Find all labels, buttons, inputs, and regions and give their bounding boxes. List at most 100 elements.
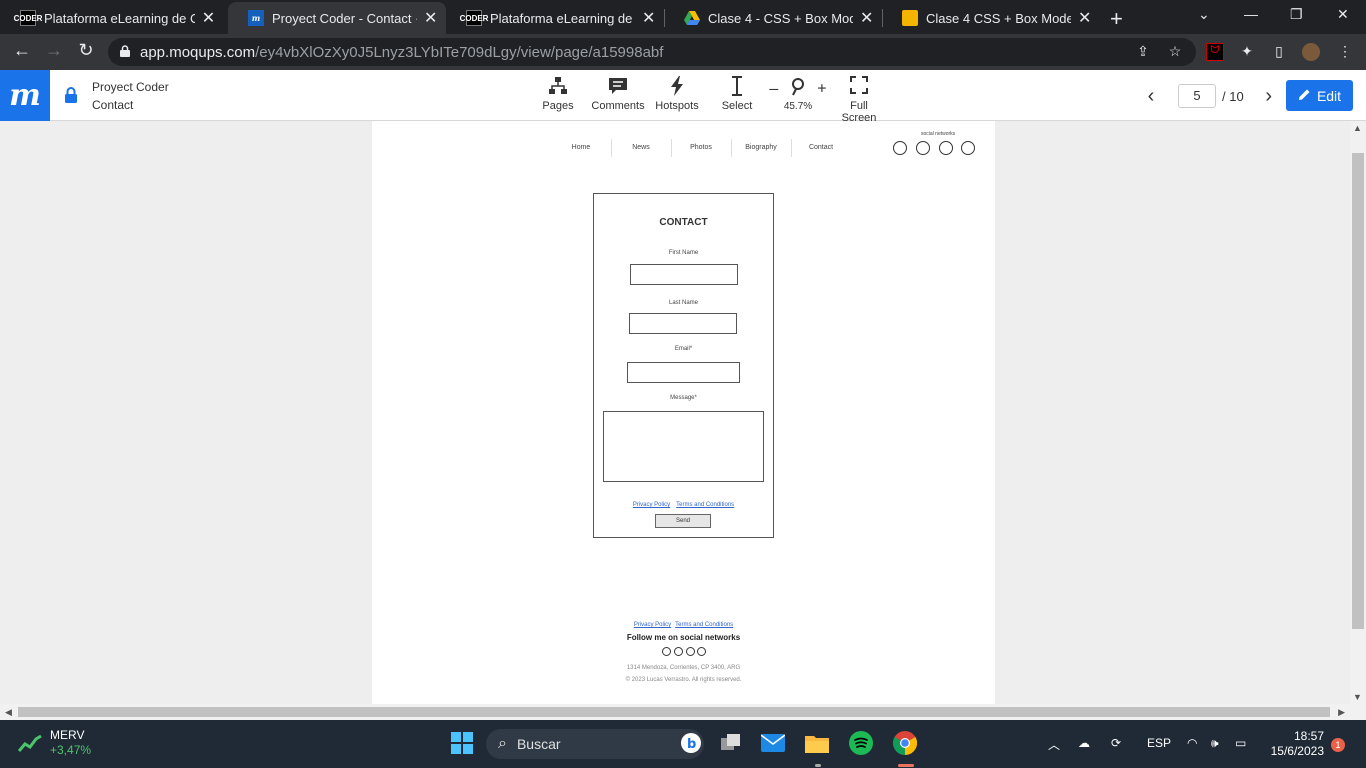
nav-item-news[interactable]: News <box>611 144 671 151</box>
contact-form: CONTACT First Name Last Name Email* Mess… <box>593 193 774 538</box>
taskbar-search[interactable]: ⌕ Buscar <box>486 729 704 759</box>
pages-button[interactable]: Pages <box>538 76 578 112</box>
mockup-page: Home News Photos Biography Contact socia… <box>372 121 995 704</box>
footer-social-circle-icon[interactable] <box>662 647 671 656</box>
restore-icon[interactable]: ❐ <box>1290 6 1303 23</box>
tab-search-icon[interactable]: ⌄ <box>1198 6 1210 23</box>
close-icon[interactable]: ✕ <box>1077 8 1092 28</box>
footer-social-circle-icon[interactable] <box>674 647 683 656</box>
forward-icon[interactable]: → <box>42 40 66 61</box>
footer-terms-link[interactable]: Terms and Conditions <box>675 622 733 628</box>
zoom-out-button[interactable]: – <box>769 81 778 98</box>
bookmark-star-icon[interactable]: ☆ <box>1166 43 1184 61</box>
mail-icon[interactable] <box>760 730 786 756</box>
close-icon[interactable]: ✕ <box>423 8 438 28</box>
chevron-left-icon[interactable]: ‹ <box>1140 85 1162 108</box>
profile-avatar[interactable] <box>1302 43 1320 61</box>
back-icon[interactable]: ← <box>10 40 34 61</box>
page-number-input[interactable]: 5 <box>1178 84 1216 108</box>
active-app-indicator <box>898 764 914 767</box>
footer-links: Privacy Policy Terms and Conditions <box>372 622 995 628</box>
select-button[interactable]: Select <box>718 76 756 112</box>
horizontal-scrollbar[interactable]: ◀ ▶ <box>0 704 1350 720</box>
file-explorer-icon[interactable] <box>804 730 830 756</box>
close-icon[interactable]: ✕ <box>641 8 656 28</box>
footer-address: 1314 Mendoza, Corrientes, CP 3400, ARG <box>626 665 741 671</box>
zoom-in-button[interactable]: + <box>817 81 826 98</box>
stock-widget[interactable]: MERV +3,47% <box>18 728 91 758</box>
chevron-right-icon[interactable]: › <box>1258 85 1280 108</box>
social-circle-icon[interactable] <box>916 141 930 155</box>
nav-item-contact[interactable]: Contact <box>791 144 851 151</box>
browser-tab[interactable]: CODER Plataforma eLearning de Coder ✕ <box>0 2 224 34</box>
onedrive-icon[interactable]: ☁ <box>1078 736 1090 750</box>
chrome-icon[interactable] <box>892 730 918 756</box>
nav-item-photos[interactable]: Photos <box>671 144 731 151</box>
vertical-scrollbar[interactable]: ▲ ▼ <box>1350 121 1366 704</box>
scroll-up-icon[interactable]: ▲ <box>1353 123 1362 133</box>
edit-button[interactable]: Edit <box>1286 80 1353 111</box>
language-indicator[interactable]: ESP <box>1147 736 1171 750</box>
hotspots-button[interactable]: Hotspots <box>654 76 700 112</box>
privacy-policy-link[interactable]: Privacy Policy <box>633 502 670 508</box>
address-bar-row: ← → ↻ app.moqups.com/ey4vbXlOzXy0J5Lnyz3… <box>0 34 1366 70</box>
browser-tab[interactable]: Clase 4 CSS + Box Model - Presentación ✕ <box>882 2 1100 34</box>
browser-tab[interactable]: Clase 4 - CSS + Box Modeling ✕ <box>664 2 882 34</box>
new-tab-button[interactable]: + <box>1110 6 1123 32</box>
email-field[interactable] <box>627 362 740 383</box>
close-icon[interactable]: ✕ <box>859 8 874 28</box>
nav-item-home[interactable]: Home <box>551 144 611 151</box>
nav-divider <box>791 139 792 157</box>
send-button[interactable]: Send <box>655 514 711 528</box>
scroll-right-icon[interactable]: ▶ <box>1338 707 1345 718</box>
nav-item-biography[interactable]: Biography <box>731 144 791 151</box>
menu-kebab-icon[interactable]: ⋮ <box>1336 43 1354 61</box>
notification-badge[interactable]: 1 <box>1331 738 1345 752</box>
browser-tab-active[interactable]: m Proyect Coder - Contact · Moqups ✕ <box>228 2 446 34</box>
scrollbar-thumb[interactable] <box>1352 153 1364 629</box>
share-icon[interactable]: ⇪ <box>1134 43 1152 61</box>
social-circle-icon[interactable] <box>939 141 953 155</box>
social-circle-icon[interactable] <box>961 141 975 155</box>
reload-icon[interactable]: ↻ <box>74 40 98 61</box>
tab-title: Proyect Coder - Contact · Moqups <box>272 10 417 26</box>
browser-tab[interactable]: CODER Plataforma eLearning de Coder ✕ <box>446 2 664 34</box>
comments-button[interactable]: Comments <box>590 76 646 112</box>
spotify-icon[interactable] <box>848 730 874 756</box>
taskbar-clock[interactable]: 18:57 15/6/2023 <box>1266 729 1324 759</box>
volume-icon[interactable]: 🕪 <box>1211 736 1219 751</box>
bing-icon[interactable]: b <box>678 730 704 756</box>
extension-icon[interactable]: ᗢ <box>1206 43 1224 61</box>
sync-icon[interactable]: ⟳ <box>1111 736 1121 750</box>
stock-chart-icon <box>18 734 42 752</box>
footer-social-circle-icon[interactable] <box>686 647 695 656</box>
minimize-icon[interactable]: — <box>1244 6 1258 22</box>
search-icon: ⌕ <box>498 735 507 752</box>
windows-start-icon[interactable] <box>449 730 475 756</box>
url-bar[interactable]: app.moqups.com/ey4vbXlOzXy0J5Lnyz3LYbITe… <box>108 38 1196 66</box>
mockup-canvas: Home News Photos Biography Contact socia… <box>0 121 1350 704</box>
last-name-field[interactable] <box>629 313 737 334</box>
scrollbar-thumb[interactable] <box>18 707 1330 717</box>
form-links: Privacy Policy Terms and Conditions <box>594 502 773 508</box>
side-panel-icon[interactable]: ▯ <box>1270 43 1288 61</box>
fullscreen-button[interactable]: Full Screen <box>832 76 886 124</box>
message-textarea[interactable] <box>603 411 764 482</box>
tab-title: Clase 4 CSS + Box Model - Presentación <box>926 10 1072 26</box>
scroll-down-icon[interactable]: ▼ <box>1353 692 1362 702</box>
task-view-icon[interactable] <box>718 730 744 756</box>
scroll-left-icon[interactable]: ◀ <box>5 707 12 718</box>
battery-icon[interactable]: ▭ <box>1235 736 1246 750</box>
terms-link[interactable]: Terms and Conditions <box>676 502 734 508</box>
social-circle-icon[interactable] <box>893 141 907 155</box>
close-window-icon[interactable]: ✕ <box>1337 6 1349 23</box>
first-name-field[interactable] <box>630 264 738 285</box>
close-icon[interactable]: ✕ <box>201 8 216 28</box>
wifi-icon[interactable]: ◠ <box>1187 736 1197 750</box>
moqups-logo[interactable]: m <box>0 70 50 121</box>
footer-privacy-link[interactable]: Privacy Policy <box>634 622 671 628</box>
message-label: Message* <box>670 395 697 401</box>
footer-social-circle-icon[interactable] <box>697 647 706 656</box>
chevron-up-icon[interactable]: ︿ <box>1048 736 1060 753</box>
extensions-puzzle-icon[interactable]: ✦ <box>1238 43 1256 61</box>
